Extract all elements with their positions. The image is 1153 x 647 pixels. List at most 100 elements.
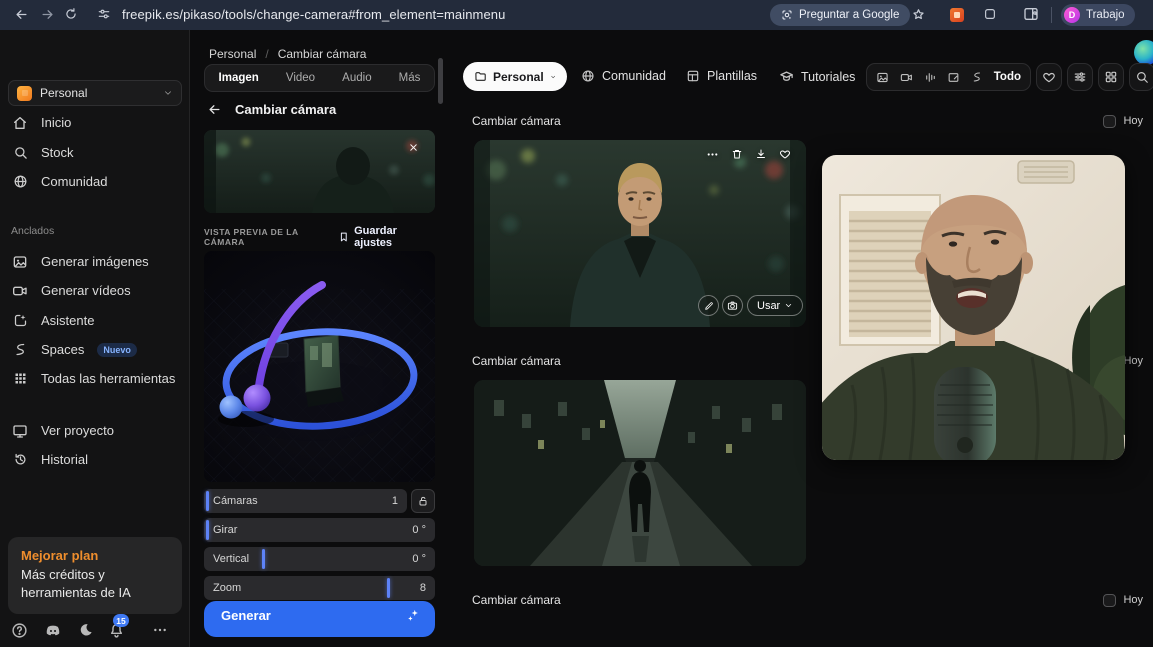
remove-image-icon[interactable] <box>408 142 419 153</box>
sidebar-item-ver-proyecto[interactable]: Ver proyecto <box>8 416 182 445</box>
slider-zoom[interactable]: Zoom 8 <box>204 576 435 600</box>
slider-vertical[interactable]: Vertical 0 ° <box>204 547 435 571</box>
slider-camaras[interactable]: Cámaras 1 <box>204 489 407 513</box>
slider-handle[interactable] <box>262 549 265 569</box>
camera-tool-button[interactable] <box>722 295 743 316</box>
select-day-checkbox[interactable] <box>1103 594 1116 607</box>
browser-reload-button[interactable] <box>64 7 78 21</box>
tab-video[interactable]: Video <box>286 72 315 84</box>
side-panel-search-icon[interactable] <box>1023 6 1039 22</box>
more-icon[interactable] <box>706 148 719 161</box>
help-icon[interactable] <box>11 622 28 639</box>
monitor-icon <box>12 423 28 439</box>
section-header-3: Cambiar cámara Hoy <box>462 589 1153 611</box>
sidebar-item-asistente[interactable]: Asistente <box>8 306 182 335</box>
breadcrumb: Personal / Cambiar cámara <box>209 47 366 61</box>
source-image-thumbnail[interactable] <box>204 130 435 213</box>
extension-icon[interactable] <box>950 8 964 22</box>
slider-handle[interactable] <box>206 491 209 511</box>
address-bar[interactable]: freepik.es/pikaso/tools/change-camera#fr… <box>122 7 505 22</box>
breadcrumb-tool[interactable]: Cambiar cámara <box>278 47 367 61</box>
assistant-icon <box>12 313 28 328</box>
sidebar-item-inicio[interactable]: Inicio <box>8 108 182 137</box>
filter-image-icon[interactable] <box>876 71 889 84</box>
more-options-icon[interactable] <box>152 622 168 638</box>
select-day-checkbox[interactable] <box>1103 115 1116 128</box>
bookmark-star-icon[interactable] <box>911 7 926 22</box>
slider-handle[interactable] <box>387 578 390 598</box>
generate-button[interactable]: Generar <box>204 601 435 637</box>
webcam-overlay[interactable] <box>822 155 1125 460</box>
nuevo-badge: Nuevo <box>97 343 137 357</box>
chevron-down-icon <box>550 72 556 82</box>
section-header-1: Cambiar cámara Hoy <box>462 110 1153 132</box>
tab-imagen[interactable]: Imagen <box>219 72 259 84</box>
sidebar-item-historial[interactable]: Historial <box>8 445 182 474</box>
site-settings-icon[interactable] <box>97 7 111 21</box>
sliders-icon <box>1073 70 1087 84</box>
camera-3d-preview[interactable] <box>204 251 435 482</box>
tab-group-icon[interactable] <box>983 7 997 21</box>
workspace-tab-personal[interactable]: Personal <box>463 62 567 91</box>
download-icon[interactable] <box>755 148 767 161</box>
back-arrow-icon[interactable] <box>207 102 222 117</box>
sidebar-item-comunidad[interactable]: Comunidad <box>8 167 182 196</box>
filters-button[interactable] <box>1067 63 1093 91</box>
save-settings-button[interactable]: Guardar ajustes <box>338 225 436 249</box>
heart-icon <box>1042 70 1056 84</box>
browser-forward-button[interactable] <box>40 7 55 22</box>
sidebar-item-generar-imagenes[interactable]: Generar imágenes <box>8 247 182 276</box>
browser-back-button[interactable] <box>14 7 29 22</box>
search-button[interactable] <box>1129 63 1153 91</box>
browser-divider <box>1051 7 1052 23</box>
slider-handle[interactable] <box>206 520 209 540</box>
discord-icon[interactable] <box>44 622 62 640</box>
history-icon <box>12 452 28 467</box>
lock-cameras-button[interactable] <box>411 489 435 513</box>
search-icon <box>1135 70 1149 84</box>
tab-plantillas[interactable]: Plantillas <box>686 69 757 83</box>
tab-audio[interactable]: Audio <box>342 72 371 84</box>
upgrade-plan-card[interactable]: Mejorar plan Más créditos y herramientas… <box>8 537 182 614</box>
browser-profile-chip[interactable]: D Trabajo <box>1061 4 1135 26</box>
favorites-button[interactable] <box>1036 63 1062 91</box>
sidebar-item-generar-videos[interactable]: Generar vídeos <box>8 276 182 305</box>
template-icon <box>686 69 700 83</box>
globe-icon <box>12 174 28 189</box>
tab-comunidad[interactable]: Comunidad <box>581 69 666 83</box>
filter-spaces-icon[interactable] <box>971 71 983 83</box>
tab-tutoriales[interactable]: Tutoriales <box>779 69 855 84</box>
grid-icon <box>12 371 28 386</box>
home-icon <box>12 115 28 131</box>
filter-all-button[interactable]: Todo <box>994 71 1021 83</box>
slider-girar[interactable]: Girar 0 ° <box>204 518 435 542</box>
media-type-tabs: Imagen Video Audio Más <box>204 64 435 92</box>
folder-icon <box>474 70 487 83</box>
like-heart-icon[interactable] <box>779 148 791 161</box>
chevron-down-icon <box>784 301 793 310</box>
breadcrumb-personal[interactable]: Personal <box>209 47 256 61</box>
layout-grid-button[interactable] <box>1098 63 1124 91</box>
workspace-avatar <box>17 86 32 101</box>
generated-image-2[interactable] <box>474 380 806 566</box>
sidebar: Personal Inicio Stock Comunidad Anclados… <box>0 30 190 647</box>
panel-scrollbar[interactable] <box>438 58 443 104</box>
account-avatar[interactable] <box>1134 40 1153 65</box>
delete-icon[interactable] <box>731 148 743 161</box>
dark-mode-moon-icon[interactable] <box>78 622 94 638</box>
browser-chrome: freepik.es/pikaso/tools/change-camera#fr… <box>0 0 1153 30</box>
media-filter-segment: Todo <box>866 63 1031 91</box>
filter-video-icon[interactable] <box>900 71 913 84</box>
filter-audio-icon[interactable] <box>924 71 937 84</box>
sidebar-item-spaces[interactable]: Spaces Nuevo <box>8 335 182 364</box>
sparkles-icon <box>406 608 421 623</box>
edit-pencil-button[interactable] <box>698 295 719 316</box>
use-image-button[interactable]: Usar <box>747 295 803 316</box>
pinned-section-label: Anclados <box>11 225 54 237</box>
tab-mas[interactable]: Más <box>399 72 421 84</box>
filter-design-icon[interactable] <box>947 71 960 84</box>
ask-google-button[interactable]: Preguntar a Google <box>770 4 910 26</box>
sidebar-item-stock[interactable]: Stock <box>8 138 182 167</box>
sidebar-item-todas-herramientas[interactable]: Todas las herramientas <box>8 364 182 393</box>
workspace-selector[interactable]: Personal <box>8 80 182 106</box>
